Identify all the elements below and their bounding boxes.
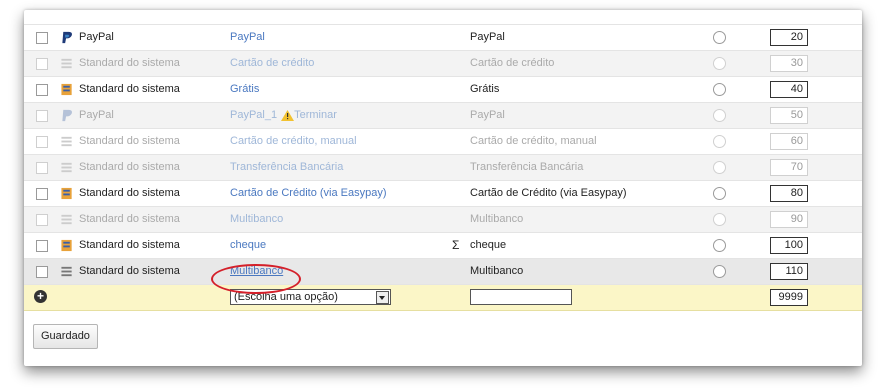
provider-label: PayPal <box>79 109 114 121</box>
row-checkbox[interactable] <box>36 32 48 44</box>
add-icon[interactable]: + <box>34 290 47 303</box>
paypal-icon <box>62 109 72 122</box>
table-row: Standard do sistema cheque Σ cheque 100 <box>24 233 862 259</box>
default-radio[interactable] <box>713 109 726 122</box>
paypal-icon <box>62 31 72 44</box>
order-input[interactable]: 100 <box>770 237 808 254</box>
default-radio[interactable] <box>713 57 726 70</box>
order-input[interactable]: 60 <box>770 133 808 150</box>
provider-label: Standard do sistema <box>79 83 180 95</box>
table-row: PayPal PayPal PayPal 20 <box>24 25 862 51</box>
method-name: PayPal <box>470 31 505 43</box>
order-input[interactable]: 110 <box>770 263 808 280</box>
method-name: Multibanco <box>470 213 524 225</box>
payment-methods-panel: PayPal PayPal PayPal 20 Standard do sist… <box>24 10 862 366</box>
table-row: Standard do sistema Multibanco Multibanc… <box>24 207 862 233</box>
table-row: Standard do sistema Grátis Grátis 40 <box>24 77 862 103</box>
row-checkbox[interactable] <box>36 136 48 148</box>
row-checkbox[interactable] <box>36 162 48 174</box>
method-link[interactable]: Grátis <box>230 83 259 95</box>
system-icon <box>61 239 72 252</box>
system-icon <box>61 58 72 69</box>
order-input[interactable]: 30 <box>770 55 808 72</box>
method-link[interactable]: Cartão de crédito <box>230 57 314 69</box>
order-input[interactable]: 40 <box>770 81 808 98</box>
method-link[interactable]: Transferência Bancária <box>230 161 343 173</box>
table-row: Standard do sistema Cartão de crédito Ca… <box>24 51 862 77</box>
method-link[interactable]: Cartão de Crédito (via Easypay) <box>230 187 387 199</box>
table-row: Standard do sistema Cartão de Crédito (v… <box>24 181 862 207</box>
row-checkbox[interactable] <box>36 266 48 278</box>
order-input[interactable]: 80 <box>770 185 808 202</box>
table-row: Standard do sistema Cartão de crédito, m… <box>24 129 862 155</box>
provider-label: Standard do sistema <box>79 161 180 173</box>
row-checkbox[interactable] <box>36 84 48 96</box>
default-radio[interactable] <box>713 213 726 226</box>
row-checkbox[interactable] <box>36 240 48 252</box>
system-icon <box>61 214 72 225</box>
method-link-label: PayPal_1 <box>230 109 278 121</box>
new-name-input[interactable] <box>470 289 572 305</box>
default-radio[interactable] <box>713 187 726 200</box>
default-radio[interactable] <box>713 265 726 278</box>
order-input[interactable]: 20 <box>770 29 808 46</box>
method-link[interactable]: PayPal_1 Terminar <box>230 109 337 121</box>
order-input[interactable]: 90 <box>770 211 808 228</box>
system-icon <box>61 266 72 277</box>
method-link[interactable]: Multibanco <box>230 213 283 225</box>
order-input[interactable]: 50 <box>770 107 808 124</box>
table-top-strip <box>24 10 862 25</box>
default-radio[interactable] <box>713 83 726 96</box>
method-name: Cartão de Crédito (via Easypay) <box>470 187 627 199</box>
new-order-input[interactable]: 9999 <box>770 289 808 306</box>
provider-label: Standard do sistema <box>79 239 180 251</box>
system-icon <box>61 187 72 200</box>
table-row: PayPal PayPal_1 Terminar PayPal 50 <box>24 103 862 129</box>
provider-label: Standard do sistema <box>79 135 180 147</box>
method-name: Grátis <box>470 83 500 95</box>
highlight-circle <box>211 264 301 294</box>
table-row: Standard do sistema Multibanco Multibanc… <box>24 259 862 285</box>
provider-label: Standard do sistema <box>79 213 180 225</box>
method-link[interactable]: cheque <box>230 239 266 251</box>
method-name: Cartão de crédito, manual <box>470 135 597 147</box>
row-checkbox[interactable] <box>36 188 48 200</box>
warning-icon <box>281 109 295 121</box>
sigma-icon: Σ <box>452 238 460 252</box>
order-input[interactable]: 70 <box>770 159 808 176</box>
provider-label: Standard do sistema <box>79 57 180 69</box>
provider-label: PayPal <box>79 31 114 43</box>
add-row: + (Escolha uma opção) 9999 <box>24 285 862 311</box>
method-link[interactable]: Cartão de crédito, manual <box>230 135 357 147</box>
warning-label: Terminar <box>294 109 337 121</box>
default-radio[interactable] <box>713 239 726 252</box>
table-row: Standard do sistema Transferência Bancár… <box>24 155 862 181</box>
row-checkbox[interactable] <box>36 110 48 122</box>
default-radio[interactable] <box>713 31 726 44</box>
method-name: Cartão de crédito <box>470 57 555 69</box>
method-name: Transferência Bancária <box>470 161 584 173</box>
provider-label: Standard do sistema <box>79 187 180 199</box>
default-radio[interactable] <box>713 161 726 174</box>
method-name: cheque <box>470 239 507 251</box>
row-checkbox[interactable] <box>36 58 48 70</box>
method-name: PayPal <box>470 109 505 121</box>
chevron-down-icon[interactable] <box>376 291 389 304</box>
system-icon <box>61 162 72 173</box>
system-icon <box>61 83 72 96</box>
system-icon <box>61 136 72 147</box>
method-link[interactable]: PayPal <box>230 31 265 43</box>
save-button[interactable]: Guardado <box>33 324 98 349</box>
default-radio[interactable] <box>713 135 726 148</box>
provider-label: Standard do sistema <box>79 265 180 277</box>
row-checkbox[interactable] <box>36 214 48 226</box>
method-name: Multibanco <box>470 265 524 277</box>
